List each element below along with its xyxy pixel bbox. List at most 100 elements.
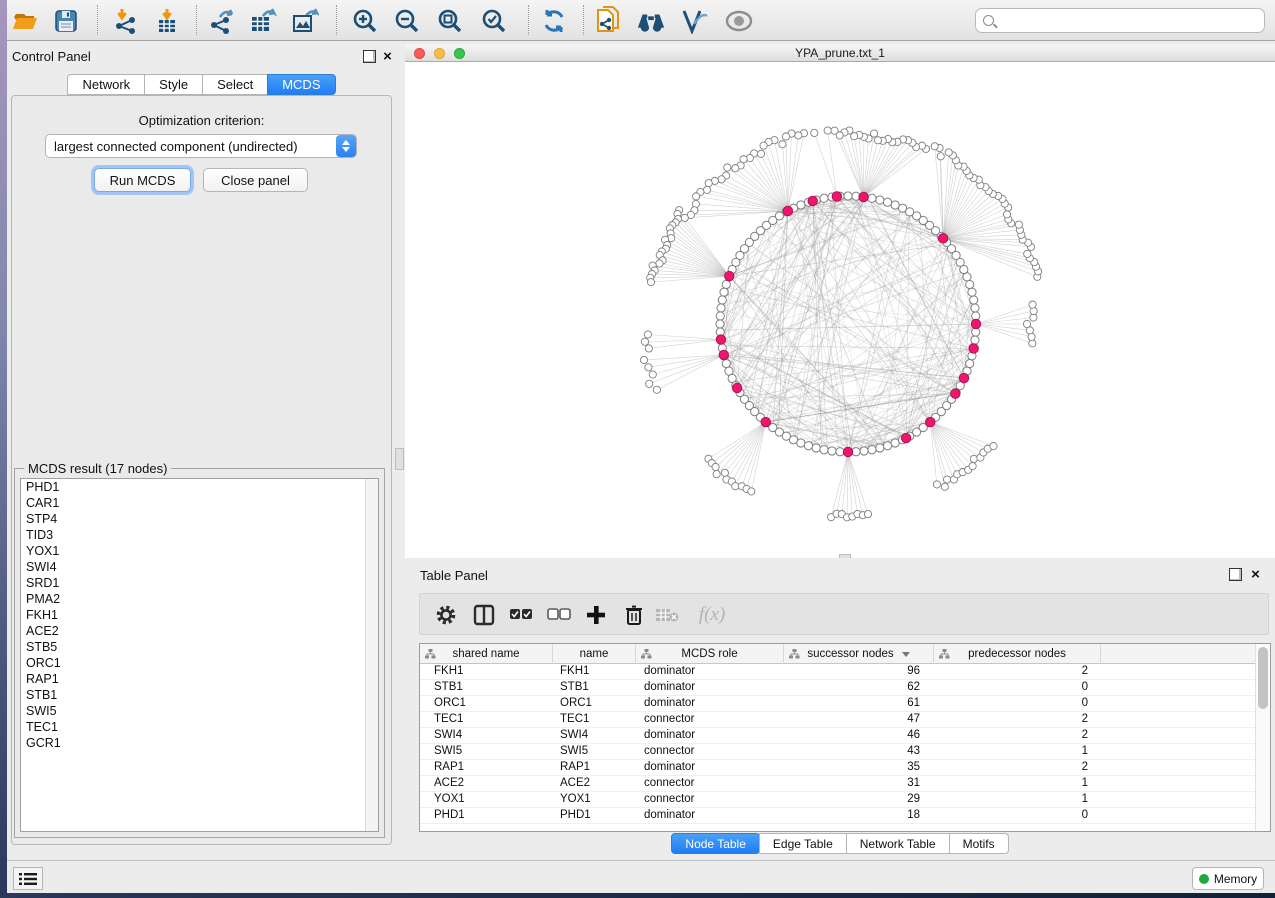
cell-shared-name[interactable]: FKH1	[420, 664, 553, 679]
close-traffic-light[interactable]	[414, 48, 425, 59]
search-network-button[interactable]	[636, 6, 666, 35]
tab-select[interactable]: Select	[202, 74, 268, 95]
import-table-button[interactable]	[152, 6, 182, 35]
network-from-file-button[interactable]	[593, 6, 623, 35]
network-graph[interactable]	[405, 62, 1275, 558]
list-item[interactable]: RAP1	[21, 671, 378, 687]
cell-name[interactable]: TEC1	[553, 712, 636, 727]
list-item[interactable]: GCR1	[21, 735, 378, 751]
cell-name[interactable]: STB1	[553, 680, 636, 695]
list-item[interactable]: ORC1	[21, 655, 378, 671]
network-canvas[interactable]	[405, 62, 1275, 558]
cell-mcds-role[interactable]: connector	[636, 712, 784, 727]
column-header-shared-name[interactable]: shared name	[420, 644, 553, 664]
cell-predecessors[interactable]: 0	[934, 696, 1101, 711]
search-input[interactable]	[1000, 11, 1264, 31]
import-network-button[interactable]	[111, 6, 141, 35]
list-item[interactable]: TID3	[21, 527, 378, 543]
cell-predecessors[interactable]: 1	[934, 792, 1101, 807]
cell-mcds-role[interactable]: dominator	[636, 728, 784, 743]
cell-name[interactable]: FKH1	[553, 664, 636, 679]
list-item[interactable]: PHD1	[21, 479, 378, 495]
cell-name[interactable]: YOX1	[553, 792, 636, 807]
add-row-button[interactable]	[582, 601, 610, 629]
hide-graphics-details-button[interactable]	[679, 6, 709, 35]
close-panel-button[interactable]: Close panel	[203, 168, 308, 192]
cell-mcds-role[interactable]: connector	[636, 792, 784, 807]
run-mcds-button[interactable]: Run MCDS	[94, 168, 191, 192]
column-header-successor-nodes[interactable]: successor nodes	[784, 644, 934, 664]
export-network-button[interactable]	[207, 6, 237, 35]
list-item[interactable]: YOX1	[21, 543, 378, 559]
cell-name[interactable]: ACE2	[553, 776, 636, 791]
cell-predecessors[interactable]: 1	[934, 744, 1101, 759]
list-item[interactable]: CAR1	[21, 495, 378, 511]
cell-name[interactable]: SWI4	[553, 728, 636, 743]
optimization-criterion-select[interactable]: largest connected component (undirected)	[45, 134, 357, 158]
table-panel-close-button[interactable]: ×	[1249, 569, 1262, 582]
save-button[interactable]	[51, 6, 81, 35]
tab-style[interactable]: Style	[144, 74, 203, 95]
cell-name[interactable]: PHD1	[553, 808, 636, 823]
cell-shared-name[interactable]: PHD1	[420, 808, 553, 823]
show-graphics-details-button[interactable]	[724, 6, 754, 35]
column-header-predecessor-nodes[interactable]: predecessor nodes	[934, 644, 1101, 664]
cell-name[interactable]: ORC1	[553, 696, 636, 711]
cell-successors[interactable]: 62	[784, 680, 934, 695]
cell-predecessors[interactable]: 2	[934, 712, 1101, 727]
list-scrollbar[interactable]	[365, 479, 378, 831]
table-scrollbar-thumb[interactable]	[1258, 647, 1268, 709]
table-panel-float-button[interactable]	[1229, 568, 1242, 581]
tab-motifs[interactable]: Motifs	[949, 833, 1009, 854]
delete-table-button[interactable]	[653, 601, 681, 629]
zoom-in-button[interactable]	[350, 6, 380, 35]
cell-mcds-role[interactable]: dominator	[636, 680, 784, 695]
list-item[interactable]: SWI5	[21, 703, 378, 719]
table-scrollbar[interactable]	[1255, 644, 1270, 831]
cell-successors[interactable]: 96	[784, 664, 934, 679]
cell-shared-name[interactable]: RAP1	[420, 760, 553, 775]
list-item[interactable]: FKH1	[21, 607, 378, 623]
network-window-titlebar[interactable]: YPA_prune.txt_1	[405, 44, 1275, 62]
list-item[interactable]: STB5	[21, 639, 378, 655]
tab-network[interactable]: Network	[67, 74, 145, 95]
cell-successors[interactable]: 35	[784, 760, 934, 775]
cell-name[interactable]: RAP1	[553, 760, 636, 775]
cell-shared-name[interactable]: SWI4	[420, 728, 553, 743]
open-button[interactable]	[10, 6, 40, 35]
cell-name[interactable]: SWI5	[553, 744, 636, 759]
control-panel-float-button[interactable]	[363, 50, 376, 63]
cell-mcds-role[interactable]: connector	[636, 776, 784, 791]
zoom-out-button[interactable]	[392, 6, 422, 35]
cell-successors[interactable]: 46	[784, 728, 934, 743]
mcds-result-list[interactable]: PHD1 CAR1 STP4 TID3 YOX1 SWI4 SRD1 PMA2 …	[20, 478, 379, 832]
cell-successors[interactable]: 29	[784, 792, 934, 807]
cell-predecessors[interactable]: 2	[934, 728, 1101, 743]
cell-successors[interactable]: 61	[784, 696, 934, 711]
tab-mcds[interactable]: MCDS	[267, 74, 335, 95]
table-settings-button[interactable]	[432, 601, 460, 629]
sort-descending-icon[interactable]	[902, 652, 910, 657]
export-table-button[interactable]	[248, 6, 278, 35]
vertical-splitter-handle[interactable]	[395, 448, 404, 470]
cell-mcds-role[interactable]: connector	[636, 744, 784, 759]
list-item[interactable]: PMA2	[21, 591, 378, 607]
tab-network-table[interactable]: Network Table	[846, 833, 950, 854]
tab-edge-table[interactable]: Edge Table	[759, 833, 847, 854]
cell-successors[interactable]: 18	[784, 808, 934, 823]
column-header-mcds-role[interactable]: MCDS role	[636, 644, 784, 664]
tab-node-table[interactable]: Node Table	[671, 833, 760, 854]
cell-successors[interactable]: 47	[784, 712, 934, 727]
show-columns-button[interactable]	[470, 601, 498, 629]
cell-successors[interactable]: 43	[784, 744, 934, 759]
cell-mcds-role[interactable]: dominator	[636, 696, 784, 711]
cell-predecessors[interactable]: 2	[934, 760, 1101, 775]
search-box[interactable]	[975, 8, 1265, 33]
apply-layout-button[interactable]	[539, 6, 569, 35]
list-item[interactable]: STP4	[21, 511, 378, 527]
cell-predecessors[interactable]: 0	[934, 680, 1101, 695]
cell-predecessors[interactable]: 2	[934, 664, 1101, 679]
cell-shared-name[interactable]: ACE2	[420, 776, 553, 791]
cell-predecessors[interactable]: 1	[934, 776, 1101, 791]
cell-successors[interactable]: 31	[784, 776, 934, 791]
